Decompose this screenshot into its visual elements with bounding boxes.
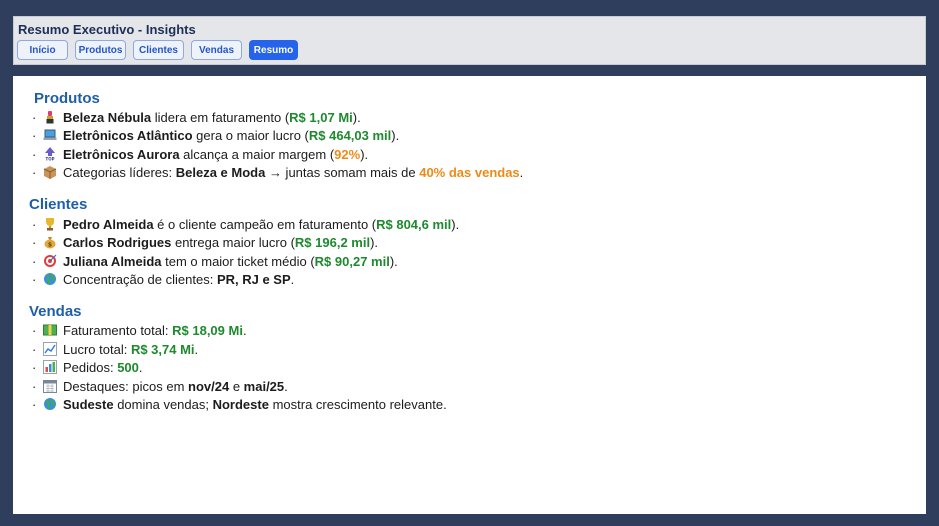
target-icon <box>43 254 57 268</box>
section-title-produtos: Produtos <box>34 90 100 107</box>
tab-resumo[interactable]: Resumo <box>249 40 298 60</box>
money-bag-icon: $ <box>43 235 57 249</box>
list-item: · Eletrônicos Atlântico gera o maior luc… <box>32 127 400 143</box>
list-item: · Sudeste domina vendas; Nordeste mostra… <box>32 396 447 412</box>
top-arrow-icon: TOP <box>43 147 57 161</box>
list-item: · Concentração de clientes: PR, RJ e SP. <box>32 271 295 287</box>
section-title-clientes: Clientes <box>29 196 88 213</box>
section-title-vendas: Vendas <box>29 303 82 320</box>
globe-icon <box>43 397 57 411</box>
list-item: · Faturamento total: R$ 18,09 Mi. <box>32 322 247 338</box>
list-item: · Beleza Nébula lidera em faturamento (R… <box>32 109 361 125</box>
list-item: · Lucro total: R$ 3,74 Mi. <box>32 341 199 357</box>
list-item: · Pedro Almeida é o cliente campeão em f… <box>32 216 460 232</box>
banknote-icon <box>43 323 57 337</box>
tab-clientes[interactable]: Clientes <box>133 40 184 60</box>
summary-panel: Produtos · Beleza Nébula lidera em fatur… <box>13 76 926 514</box>
tab-vendas[interactable]: Vendas <box>191 40 242 60</box>
svg-text:TOP: TOP <box>45 157 54 162</box>
svg-text:$: $ <box>48 242 52 249</box>
trophy-icon <box>43 217 57 231</box>
page-title: Resumo Executivo - Insights <box>18 22 196 37</box>
nav-tabs: Início Produtos Clientes Vendas Resumo <box>17 40 298 60</box>
tab-inicio[interactable]: Início <box>17 40 68 60</box>
bar-chart-icon <box>43 360 57 374</box>
list-item: · $ Carlos Rodrigues entrega maior lucro… <box>32 234 379 250</box>
globe-icon <box>43 272 57 286</box>
lipstick-icon <box>43 110 57 124</box>
top-toolbar: Resumo Executivo - Insights Início Produ… <box>13 16 926 65</box>
tab-produtos[interactable]: Produtos <box>75 40 126 60</box>
list-item: · Pedidos: 500. <box>32 359 143 375</box>
chart-up-icon <box>43 342 57 356</box>
list-item: · TOP Eletrônicos Aurora alcança a maior… <box>32 146 369 162</box>
list-item: · Categorias líderes: Beleza e Moda → ju… <box>32 164 524 180</box>
calendar-icon <box>43 379 57 393</box>
package-icon <box>43 165 57 179</box>
laptop-icon <box>43 128 57 142</box>
list-item: · Juliana Almeida tem o maior ticket méd… <box>32 253 398 269</box>
list-item: · Destaques: picos em nov/24 e mai/25. <box>32 378 288 394</box>
